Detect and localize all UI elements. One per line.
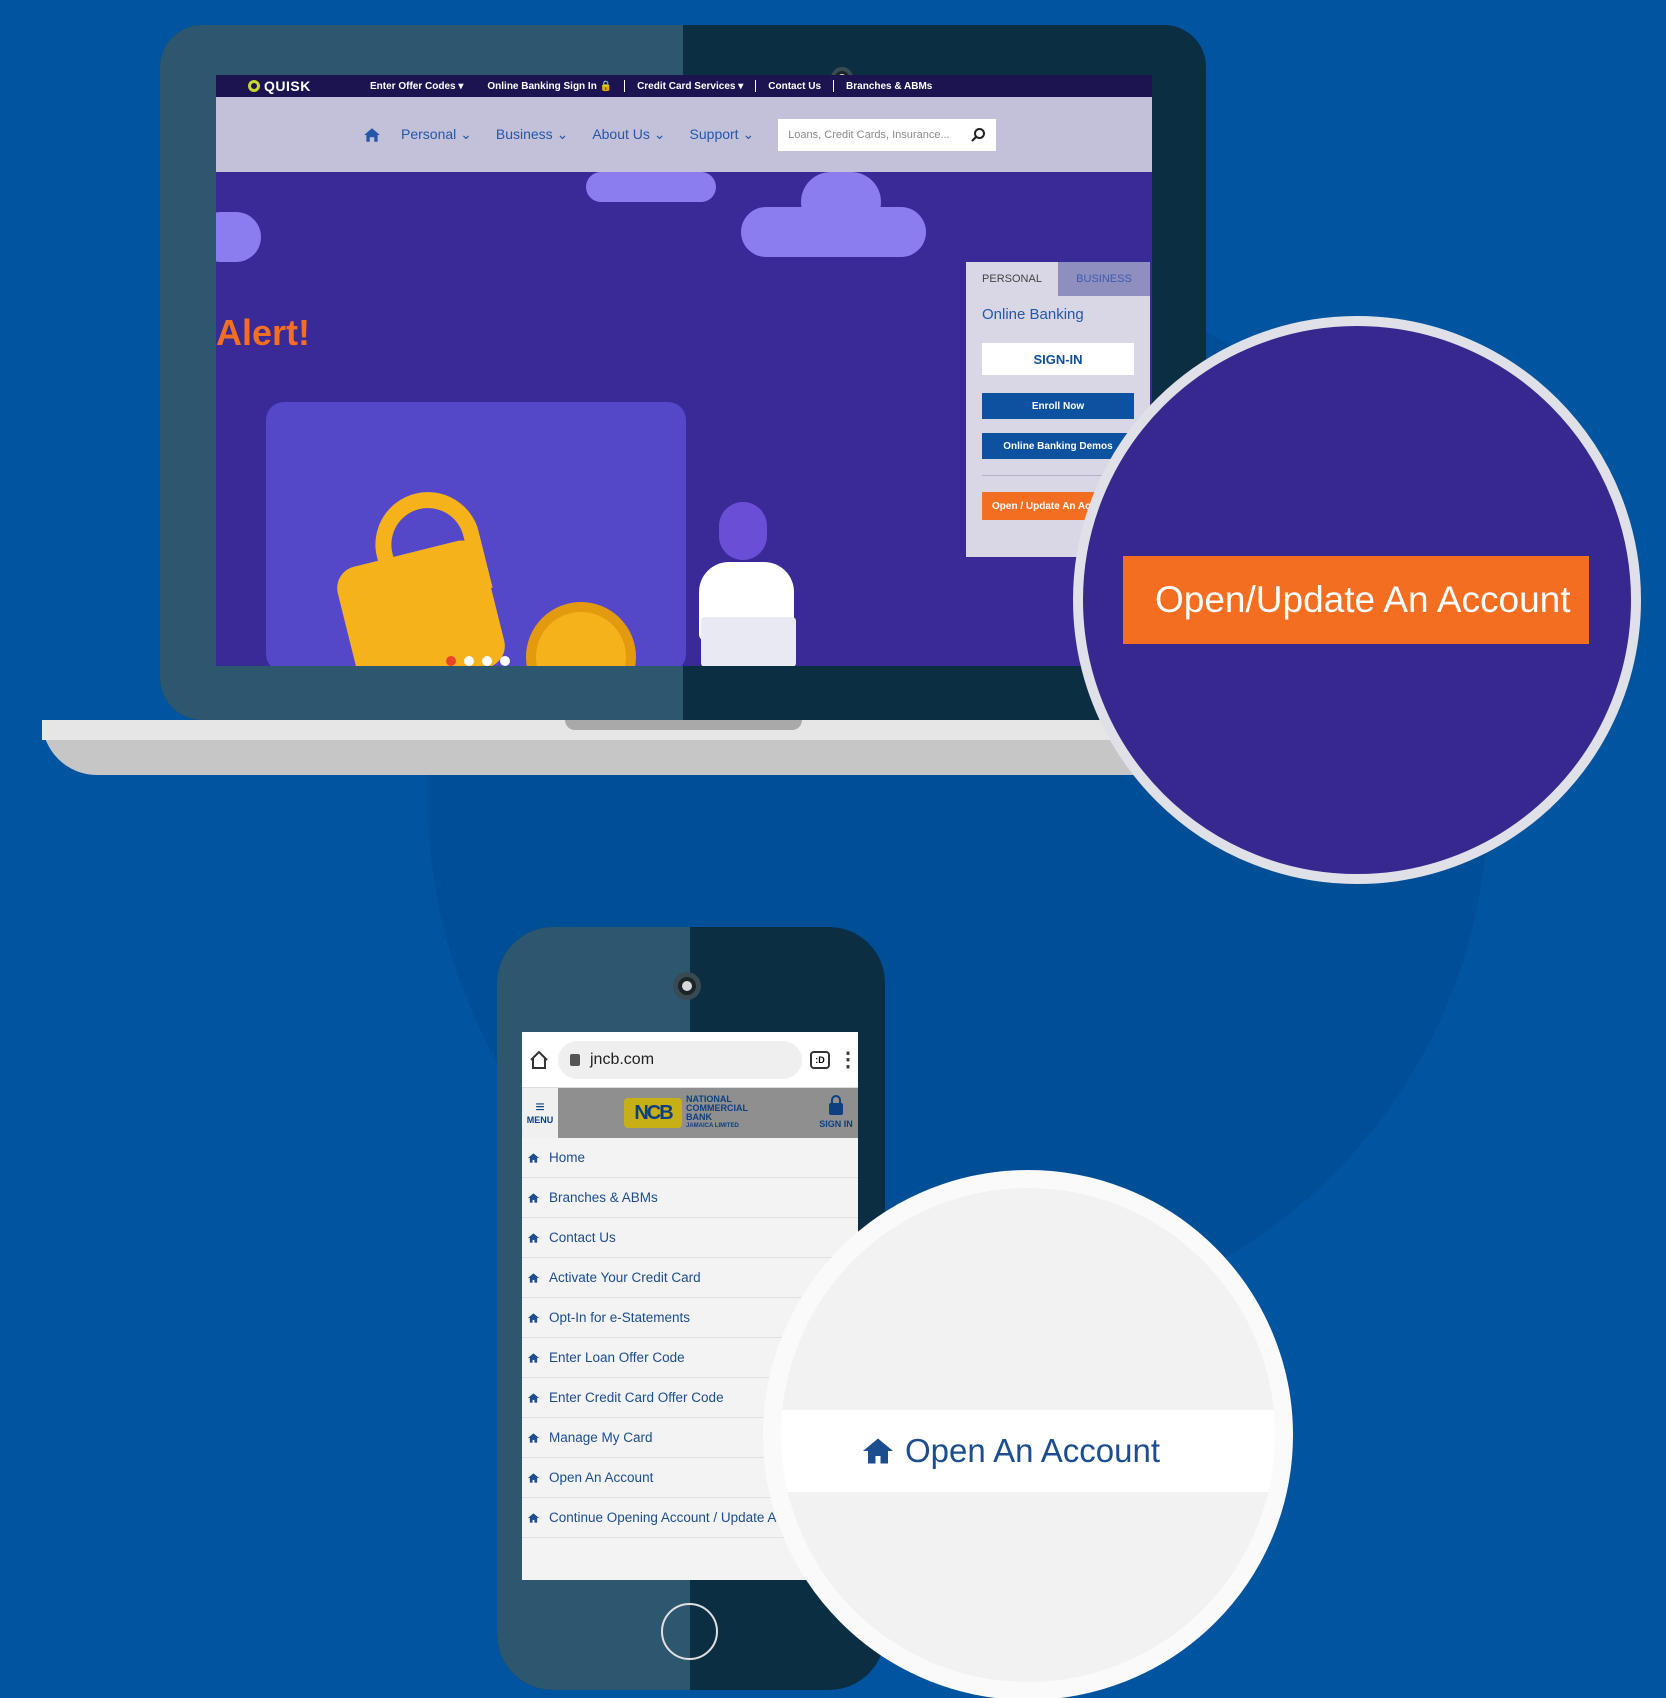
carousel-dot[interactable] (446, 656, 456, 666)
ncb-logo-text: NATIONAL COMMERCIAL BANK JAMAICA LIMITED (686, 1094, 748, 1130)
cloud-illustration (801, 172, 881, 232)
online-banking-signin-link[interactable]: Online Banking Sign In 🔒 (475, 81, 624, 92)
carousel-dot[interactable] (464, 656, 474, 666)
hero-headline: Alert! (216, 312, 311, 353)
search-icon[interactable] (970, 127, 986, 143)
home-icon[interactable] (363, 127, 381, 143)
home-icon (528, 1432, 539, 1443)
ncb-logo[interactable]: NCB NATIONAL COMMERCIAL BANK JAMAICA LIM… (558, 1088, 814, 1138)
home-icon (863, 1438, 893, 1464)
signin-label: SIGN IN (819, 1119, 853, 1129)
home-icon (528, 1192, 539, 1203)
menu-label: MENU (526, 1115, 554, 1125)
contact-us-link[interactable]: Contact Us (756, 81, 833, 92)
credit-card-services-link[interactable]: Credit Card Services ▾ (625, 81, 755, 92)
signin-button[interactable]: SIGN IN (814, 1088, 858, 1138)
phone-camera (673, 972, 701, 1000)
search-input[interactable]: Loans, Credit Cards, Insurance... (778, 118, 997, 151)
carousel-dot[interactable] (482, 656, 492, 666)
zoom-callout-phone: Open An Account (763, 1170, 1293, 1698)
home-icon (528, 1312, 539, 1323)
home-icon (528, 1352, 539, 1363)
zoom-callout-laptop: Open/Update An Account (1073, 316, 1641, 884)
quisk-logo-icon (248, 80, 260, 92)
online-banking-title: Online Banking (982, 306, 1084, 323)
home-icon (528, 1272, 539, 1283)
address-field[interactable]: jncb.com (558, 1040, 802, 1079)
cloud-illustration (586, 172, 716, 202)
signin-button[interactable]: SIGN-IN (982, 343, 1134, 375)
enter-offer-codes-link[interactable]: Enter Offer Codes ▾ (358, 81, 475, 92)
browser-home-icon[interactable] (528, 1049, 550, 1071)
lock-icon (570, 1053, 580, 1066)
ncb-header: ≡ MENU NCB NATIONAL COMMERCIAL BANK JAMA… (522, 1088, 858, 1138)
address-text: jncb.com (590, 1050, 655, 1068)
nav-business[interactable]: Business ⌄ (496, 126, 568, 143)
lock-icon (829, 1095, 843, 1115)
menu-button[interactable]: ≡ MENU (522, 1088, 558, 1138)
person-illustration (691, 502, 801, 666)
open-account-zoomed-item[interactable]: Open An Account (781, 1410, 1275, 1492)
ncb-logo-mark: NCB (624, 1098, 682, 1128)
open-account-zoomed-label: Open An Account (905, 1432, 1161, 1469)
quisk-logo[interactable]: QUISK (248, 78, 358, 94)
more-options-icon[interactable]: ⋮ (838, 1050, 858, 1070)
carousel-dots[interactable] (446, 656, 510, 666)
tab-business[interactable]: BUSINESS (1058, 262, 1150, 296)
carousel-dot[interactable] (500, 656, 510, 666)
nav-support[interactable]: Support ⌄ (690, 126, 755, 143)
open-update-account-zoomed-button[interactable]: Open/Update An Account (1123, 556, 1589, 644)
home-icon (528, 1392, 539, 1403)
main-nav: Personal ⌄ Business ⌄ About Us ⌄ Support… (216, 97, 1152, 172)
nav-about-us[interactable]: About Us ⌄ (592, 126, 665, 143)
menu-item-contact-us[interactable]: Contact Us (522, 1218, 858, 1258)
home-icon (528, 1472, 539, 1483)
enroll-now-button[interactable]: Enroll Now (982, 393, 1134, 419)
home-icon (528, 1232, 539, 1243)
hamburger-icon: ≡ (535, 1099, 545, 1116)
tabs-switcher-icon[interactable]: :D (810, 1050, 830, 1069)
browser-url-bar: jncb.com :D ⋮ (522, 1032, 858, 1088)
cloud-illustration (216, 212, 261, 262)
home-icon (528, 1152, 539, 1163)
home-icon (528, 1512, 539, 1523)
tab-personal[interactable]: PERSONAL (966, 262, 1058, 296)
menu-item-home[interactable]: Home (522, 1138, 858, 1178)
branches-abms-link[interactable]: Branches & ABMs (834, 81, 944, 92)
utility-bar: QUISK Enter Offer Codes ▾ Online Banking… (216, 75, 1152, 97)
search-placeholder: Loans, Credit Cards, Insurance... (788, 128, 950, 141)
phone-home-button[interactable] (661, 1603, 718, 1660)
menu-item-branches[interactable]: Branches & ABMs (522, 1178, 858, 1218)
panel-tabs: PERSONAL BUSINESS (966, 262, 1150, 296)
laptop-screen: QUISK Enter Offer Codes ▾ Online Banking… (216, 75, 1152, 666)
nav-personal[interactable]: Personal ⌄ (401, 126, 472, 143)
